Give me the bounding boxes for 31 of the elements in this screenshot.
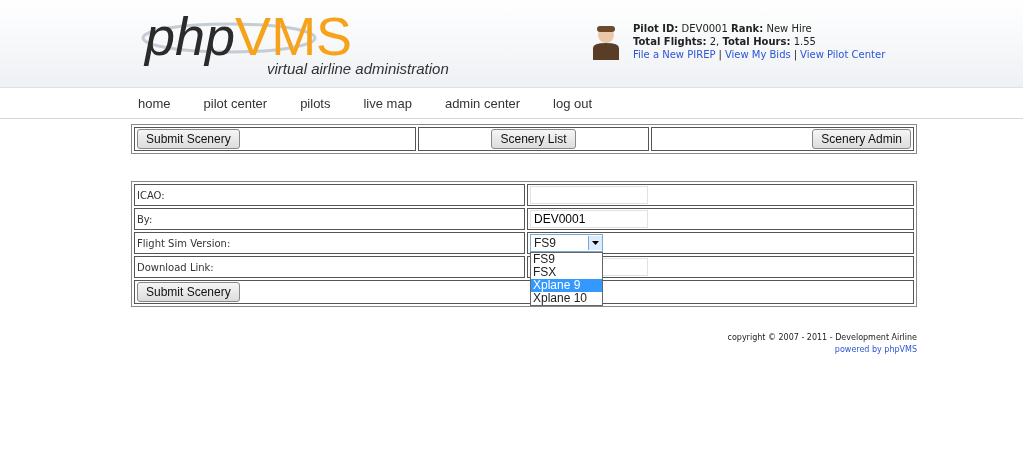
input-field[interactable]	[530, 186, 648, 204]
toolbar-button[interactable]: Submit Scenery	[137, 129, 240, 149]
nav-link[interactable]: log out	[553, 95, 593, 111]
form-label: Flight Sim Version:	[134, 232, 525, 254]
pilot-link[interactable]: View Pilot Center	[800, 48, 886, 61]
submit-button[interactable]: Submit Scenery	[137, 282, 240, 302]
select-field[interactable]: FS9	[530, 234, 603, 252]
powered-by-link[interactable]: powered by phpVMS	[834, 344, 917, 356]
nav-link[interactable]: pilot center	[203, 95, 268, 111]
link-separator: |	[718, 48, 722, 61]
dropdown-option[interactable]: FSX	[531, 266, 602, 279]
form-label: Download Link:	[134, 256, 525, 278]
pilot-link[interactable]: View My Bids	[724, 48, 791, 61]
toolbar-button[interactable]: Scenery List	[491, 129, 576, 149]
dropdown-arrow-icon	[592, 241, 599, 245]
pilot-link[interactable]: File a New PIREP	[633, 48, 716, 61]
nav-link[interactable]: pilots	[300, 95, 331, 111]
toolbar-button[interactable]: Scenery Admin	[812, 129, 911, 149]
pilot-stats-line: Total Flights: 2, Total Hours: 1.55	[633, 35, 817, 48]
pilot-id-line: Pilot ID: DEV0001 Rank: New Hire	[633, 22, 813, 35]
nav-link[interactable]: live map	[363, 95, 412, 111]
dropdown-option[interactable]: Xplane 10	[531, 292, 602, 305]
form-label: By:	[134, 208, 525, 230]
link-separator: |	[793, 48, 798, 61]
input-field[interactable]: DEV0001	[530, 210, 648, 228]
form-label: ICAO:	[134, 184, 525, 206]
nav-link[interactable]: home	[138, 95, 171, 111]
copyright-text: copyright © 2007 - 2011 - Development Airline	[727, 332, 917, 344]
dropdown-option[interactable]: FS9	[531, 253, 602, 266]
avatar-icon	[591, 24, 621, 60]
nav-link[interactable]: admin center	[444, 95, 521, 111]
